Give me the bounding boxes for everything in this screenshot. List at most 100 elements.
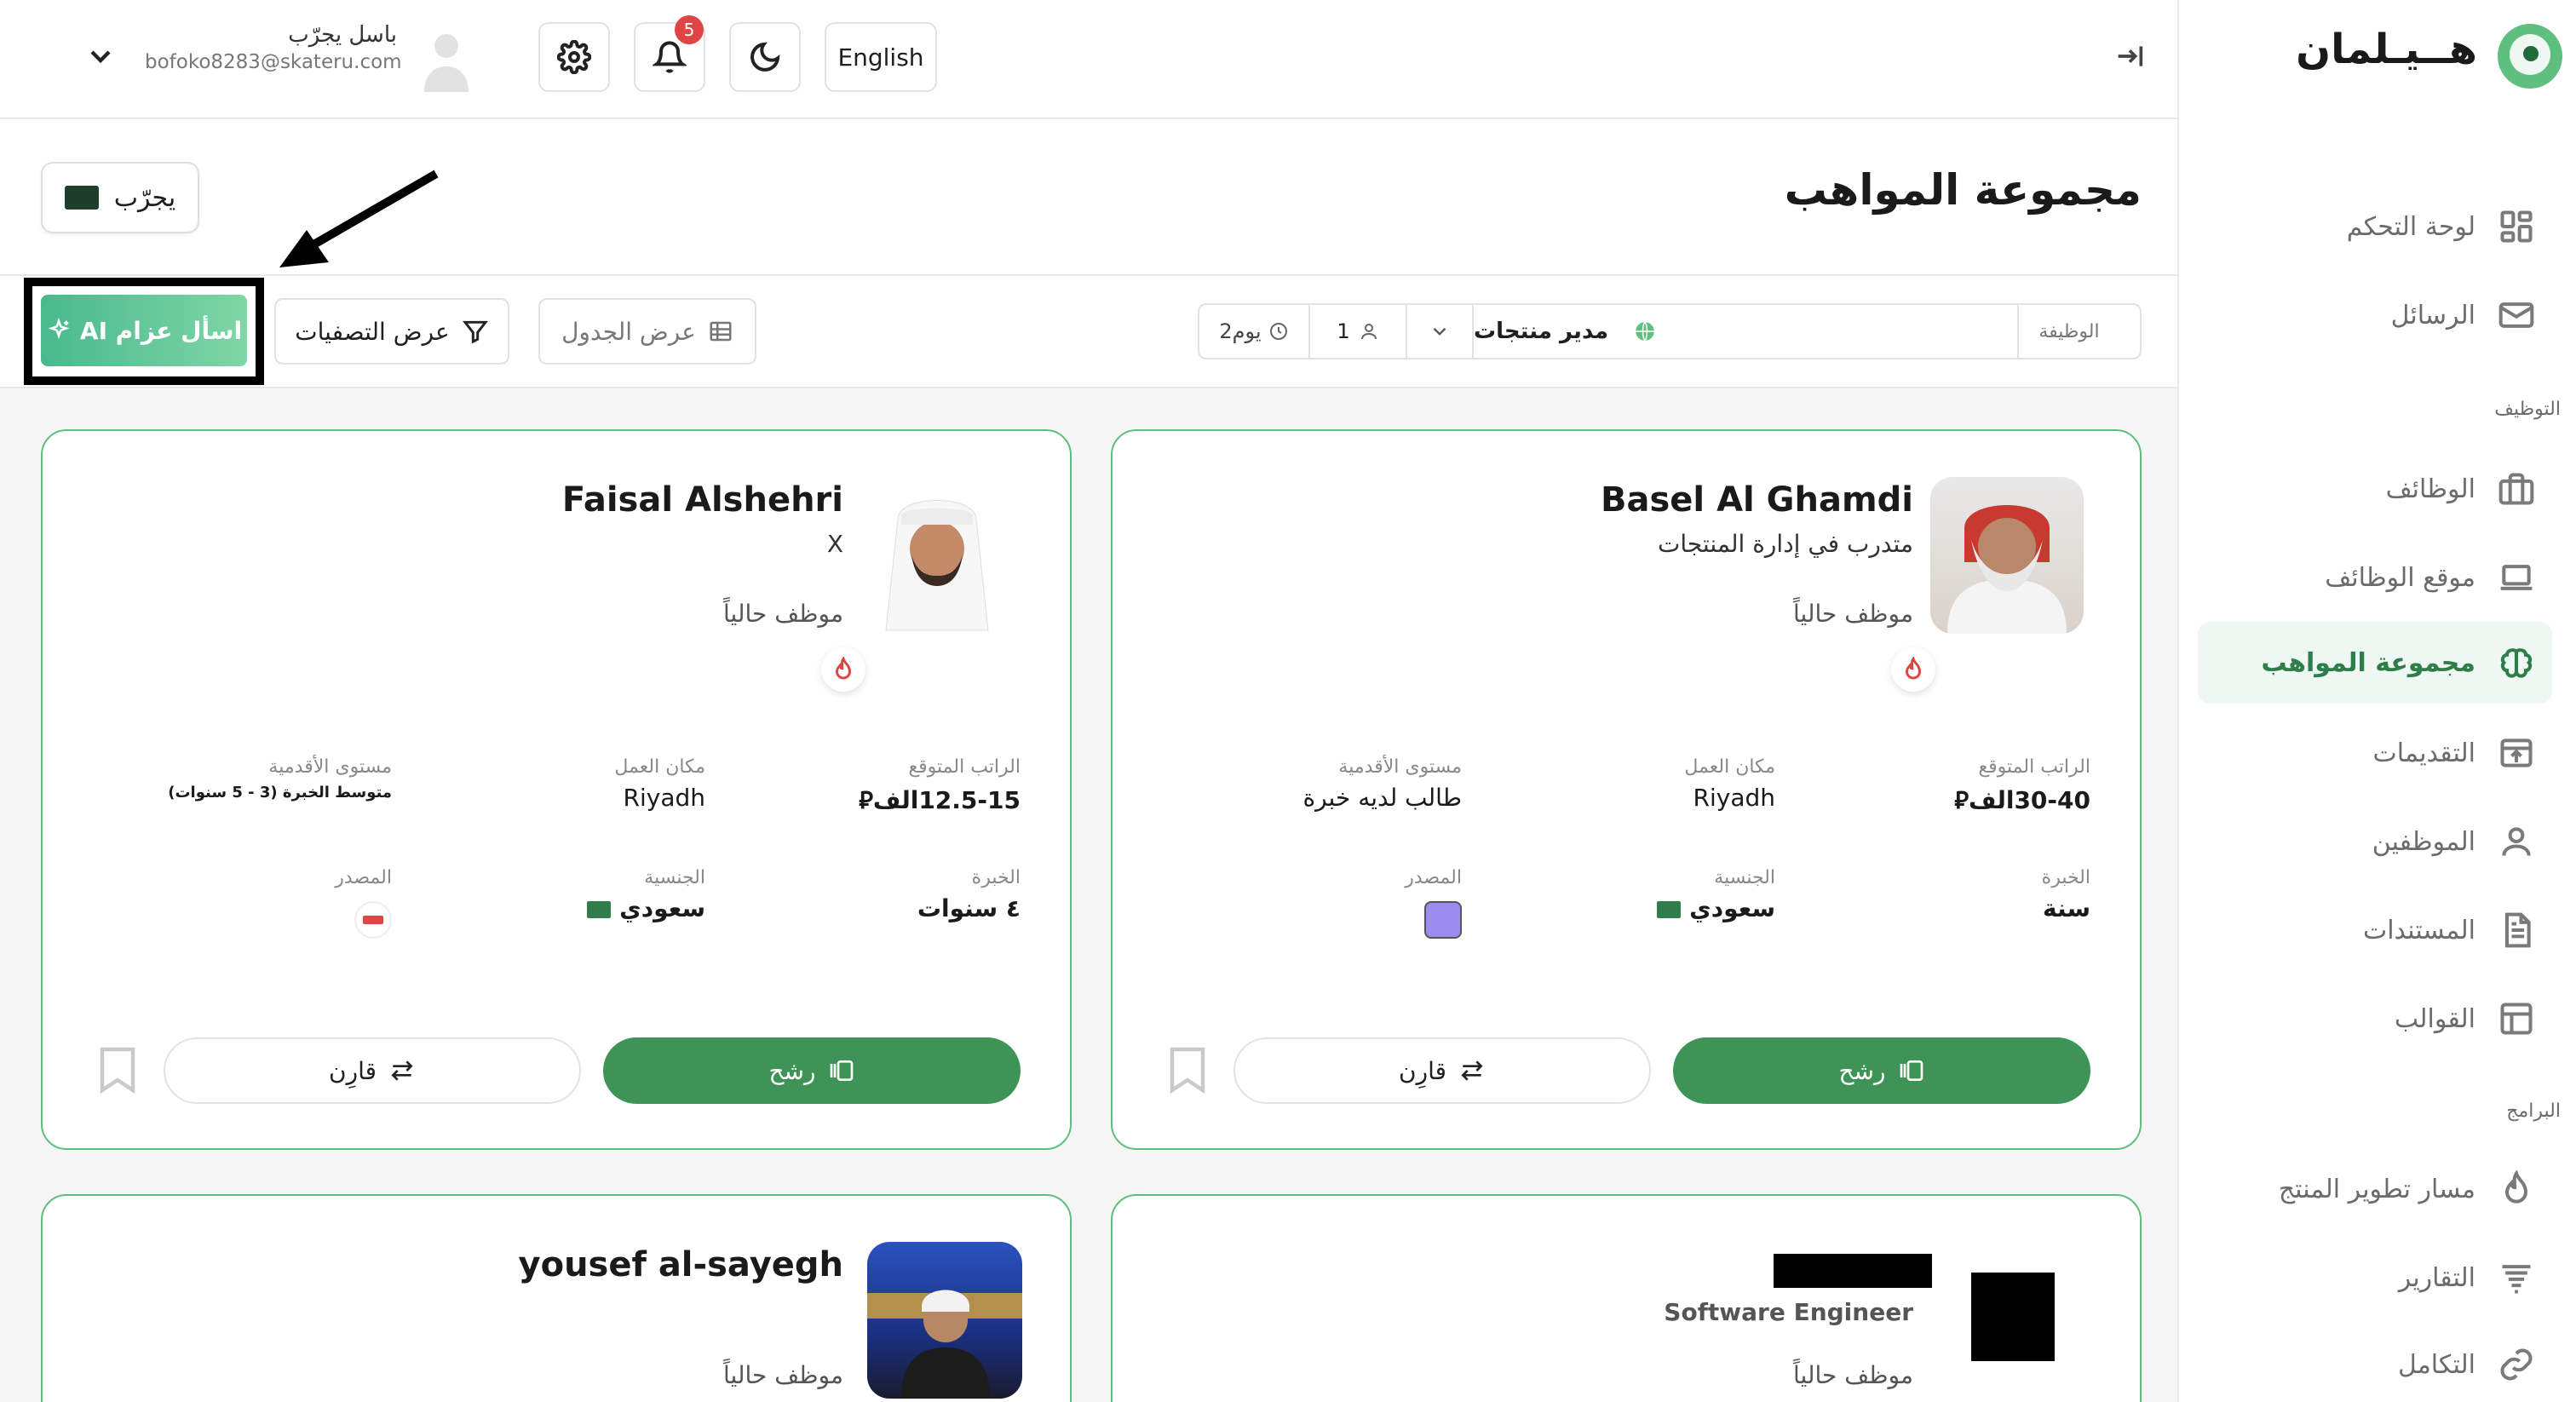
table-icon [710, 321, 732, 342]
sparkle-icon [48, 318, 70, 340]
sidebar-item-label: الرسائل [2390, 300, 2475, 330]
hot-candidate-badge [1891, 647, 1935, 692]
try-button[interactable]: يجرّب [41, 162, 199, 233]
candidate-title: متدرب في إدارة المنتجات [1657, 530, 1913, 558]
sidebar-item-reports[interactable]: التقارير [2198, 1237, 2552, 1319]
mail-icon [2498, 296, 2535, 334]
apply-label: رشح [1838, 1056, 1886, 1085]
job-dropdown-chevron[interactable] [1406, 305, 1472, 358]
sidebar-item-applications[interactable]: التقديمات [2198, 712, 2552, 794]
riyal-icon: ⃁ [1954, 786, 1969, 814]
source-label: المصدر [1405, 867, 1462, 888]
apply-button[interactable]: رشح [603, 1037, 1021, 1104]
sidebar-item-integrations[interactable]: التكامل [2198, 1324, 2552, 1402]
apply-label: رشح [768, 1056, 816, 1085]
candidate-photo [867, 1242, 1022, 1399]
table-view-label: عرض الجدول [561, 317, 696, 346]
sidebar-item-messages[interactable]: الرسائل [2198, 274, 2552, 356]
filter-icon [462, 320, 488, 344]
nationality-value: سعودي [1657, 894, 1775, 922]
apply-button[interactable]: رشح [1673, 1037, 2090, 1104]
sidebar-item-label: مسار تطوير المنتج [2278, 1174, 2475, 1204]
job-value: مدير منتجات [1472, 305, 2017, 358]
table-view-button[interactable]: عرض الجدول [538, 298, 756, 365]
inbox-upload-icon [2498, 734, 2535, 772]
sidebar-item-label: القوالب [2394, 1003, 2475, 1034]
applicants-count: 1 [1337, 319, 1350, 343]
salary-amount: 30-40الف [1968, 786, 2090, 814]
sidebar-item-templates[interactable]: القوالب [2198, 978, 2552, 1060]
job-label: الوظيفة [2017, 305, 2119, 358]
riyal-icon: ⃁ [859, 786, 873, 814]
saudi-flag-icon [587, 901, 612, 918]
seniority-label: مستوى الأقدمية [268, 756, 392, 778]
nationality-value: سعودي [587, 894, 705, 922]
collapse-sidebar-button[interactable] [2113, 39, 2147, 77]
compare-button[interactable]: قارِن [1233, 1037, 1651, 1104]
compare-arrows-icon [1461, 1060, 1483, 1081]
work-location-label: مكان العمل [614, 756, 705, 778]
moon-icon [750, 42, 780, 72]
sidebar-item-label: التقديمات [2372, 738, 2475, 768]
job-selector[interactable]: 2يوم 1 مدير منتجات الوظيفة [1198, 303, 2142, 359]
job-value-label: مدير منتجات [1474, 319, 1609, 344]
chevron-down-icon [1433, 327, 1446, 336]
sidebar-item-product-path[interactable]: مسار تطوير المنتج [2198, 1148, 2552, 1230]
gear-icon [557, 40, 591, 74]
candidate-title: Software Engineer [1664, 1298, 1913, 1326]
sidebar-item-jobs[interactable]: الوظائف [2198, 448, 2552, 530]
sidebar-item-documents[interactable]: المستندات [2198, 889, 2552, 971]
language-button[interactable]: English [825, 22, 937, 92]
candidate-status: موظف حالياً [723, 600, 843, 628]
redacted-name [1774, 1254, 1932, 1288]
sidebar-item-jobs-site[interactable]: موقع الوظائف [2198, 537, 2552, 618]
bookmark-button[interactable] [1169, 1046, 1206, 1097]
collapse-arrow-icon [2118, 46, 2143, 66]
salary-value: 12.5-15الف⃁ [859, 784, 1021, 815]
user-name: باسل يجرّب [288, 22, 397, 48]
dark-mode-toggle[interactable] [729, 22, 801, 92]
avatar[interactable] [423, 29, 470, 95]
sidebar-item-dashboard[interactable]: لوحة التحكم [2198, 186, 2552, 267]
sidebar-item-employees[interactable]: الموظفين [2198, 801, 2552, 882]
account-menu-chevron[interactable] [83, 39, 118, 77]
nominate-icon [830, 1060, 853, 1081]
show-filters-label: عرض التصفيات [295, 317, 450, 346]
candidate-card[interactable]: Software Engineer موظف حالياً [1111, 1194, 2142, 1402]
compare-button[interactable]: قارِن [164, 1037, 581, 1104]
experience-label: الخبرة [2041, 867, 2090, 888]
notification-badge: 5 [675, 15, 704, 44]
show-filters-button[interactable]: عرض التصفيات [274, 298, 509, 365]
nationality-label: الجنسية [1714, 867, 1775, 888]
flame-icon [1905, 657, 1922, 680]
nationality-text: سعودي [619, 894, 705, 922]
sidebar-section-programs: البرامج [2506, 1100, 2561, 1122]
sidebar-item-talent-pool[interactable]: مجموعة المواهب [2198, 622, 2552, 704]
candidate-photo [860, 477, 1014, 634]
page-title: مجموعة المواهب [1784, 165, 2142, 215]
work-location-label: مكان العمل [1684, 756, 1775, 778]
salary-label: الراتب المتوقع [1978, 756, 2090, 778]
bookmark-button[interactable] [99, 1046, 136, 1097]
ask-ai-button[interactable]: اسأل عزام AI [41, 295, 247, 366]
settings-button[interactable] [538, 22, 610, 92]
sidebar-item-label: التقارير [2398, 1262, 2475, 1293]
candidate-name: Faisal Alshehri [561, 480, 843, 520]
salary-value: 30-40الف⃁ [1954, 784, 2090, 815]
laptop-icon [2498, 559, 2535, 596]
briefcase-icon [2498, 470, 2535, 508]
seniority-label: مستوى الأقدمية [1338, 756, 1462, 778]
candidate-title: X [826, 530, 843, 558]
nationality-text: سعودي [1689, 894, 1775, 922]
saudi-flag-icon [1657, 901, 1682, 918]
seniority-value: متوسط الخبرة (3 - 5 سنوات) [168, 784, 392, 802]
link-icon [2498, 1346, 2535, 1383]
ask-ai-label: اسأل عزام AI [79, 316, 243, 345]
days-chip: 2يوم [1199, 305, 1308, 358]
person-icon [1360, 324, 1377, 340]
candidate-card[interactable]: Faisal Alshehri X موظف حالياً الراتب الم… [41, 429, 1072, 1150]
candidate-card[interactable]: yousef al-sayegh موظف حالياً [41, 1194, 1072, 1402]
user-info[interactable]: باسل يجرّب bofoko8283@skateru.com [145, 22, 402, 73]
candidate-card[interactable]: Basel Al Ghamdi متدرب في إدارة المنتجات … [1111, 429, 2142, 1150]
nominate-icon [1900, 1060, 1923, 1081]
